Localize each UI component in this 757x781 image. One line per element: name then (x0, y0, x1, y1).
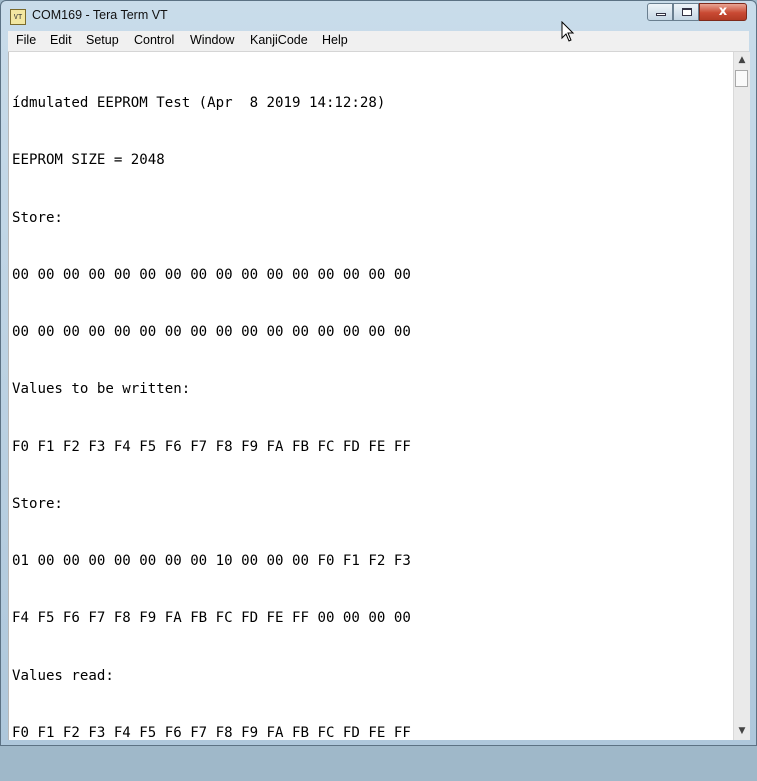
terminal-line: Store: (12, 209, 63, 226)
terminal-line: Values to be written: (12, 381, 191, 398)
terminal-line: Store: (12, 495, 63, 512)
minimize-icon (656, 13, 666, 16)
tera-term-window: VT COM169 - Tera Term VT x File Edit Set… (0, 0, 757, 746)
terminal-output[interactable]: ídmulated EEPROM Test (Apr 8 2019 14:12:… (8, 52, 734, 741)
terminal-line: F0 F1 F2 F3 F4 F5 F6 F7 F8 F9 FA FB FC F… (12, 438, 411, 455)
menu-kanjicode[interactable]: KanjiCode (250, 31, 308, 51)
terminal-line: 00 00 00 00 00 00 00 00 00 00 00 00 00 0… (12, 324, 411, 341)
terminal-line: Values read: (12, 667, 114, 684)
terminal-line: 00 00 00 00 00 00 00 00 00 00 00 00 00 0… (12, 266, 411, 283)
title-bar[interactable]: VT COM169 - Tera Term VT x (1, 1, 756, 31)
menu-setup[interactable]: Setup (86, 31, 119, 51)
menu-help[interactable]: Help (322, 31, 348, 51)
vertical-scrollbar[interactable]: ▲ ▼ (733, 52, 750, 740)
menu-window[interactable]: Window (190, 31, 234, 51)
terminal-lines: ídmulated EEPROM Test (Apr 8 2019 14:12:… (12, 56, 411, 781)
menu-bar: File Edit Setup Control Window KanjiCode… (8, 31, 749, 52)
minimize-button[interactable] (647, 3, 673, 21)
terminal-line: F0 F1 F2 F3 F4 F5 F6 F7 F8 F9 FA FB FC F… (12, 724, 411, 741)
scroll-thumb[interactable] (735, 70, 748, 87)
scroll-down-arrow-icon[interactable]: ▼ (734, 723, 750, 740)
close-icon: x (718, 4, 728, 19)
close-button[interactable]: x (699, 3, 747, 21)
maximize-icon (682, 8, 692, 16)
tera-term-app-icon[interactable]: VT (10, 9, 26, 25)
menu-control[interactable]: Control (134, 31, 174, 51)
mouse-cursor-icon (561, 21, 575, 42)
menu-file[interactable]: File (16, 31, 36, 51)
scroll-up-arrow-icon[interactable]: ▲ (734, 52, 750, 69)
terminal-line: 01 00 00 00 00 00 00 00 10 00 00 00 F0 F… (12, 553, 411, 570)
window-title: COM169 - Tera Term VT (32, 8, 168, 22)
maximize-button[interactable] (673, 3, 699, 21)
terminal-line: EEPROM SIZE = 2048 (12, 152, 165, 169)
terminal-line: ídmulated EEPROM Test (Apr 8 2019 14:12:… (12, 95, 386, 112)
menu-edit[interactable]: Edit (50, 31, 72, 51)
terminal-line: F4 F5 F6 F7 F8 F9 FA FB FC FD FE FF 00 0… (12, 610, 411, 627)
